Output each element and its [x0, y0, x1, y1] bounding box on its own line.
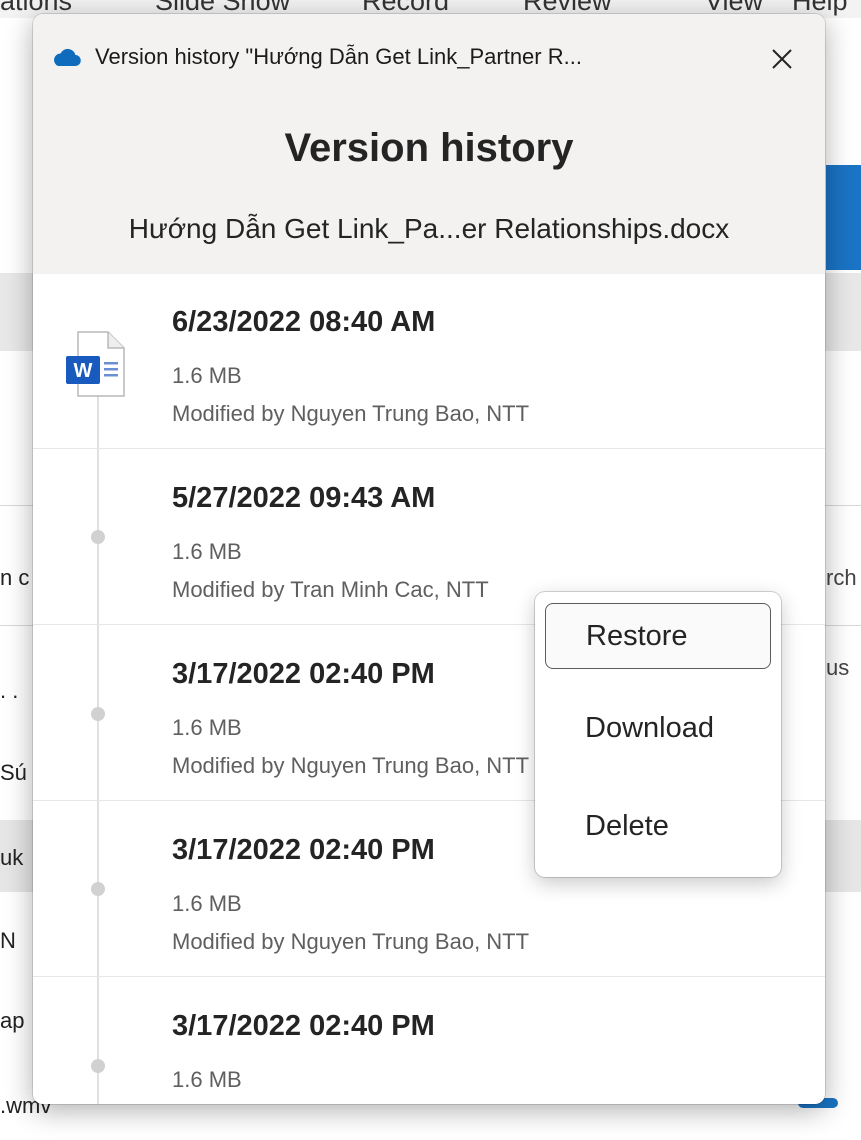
version-modified-by: Modified by Tran Minh Cac, NTT: [172, 577, 489, 602]
window-header: Version history "Hướng Dẫn Get Link_Part…: [33, 14, 825, 274]
background-text-fragment: uk: [0, 845, 24, 870]
word-document-icon: W: [66, 331, 125, 397]
timeline-dot: [91, 882, 105, 896]
background-text-fragment: Sú: [0, 760, 27, 785]
onedrive-cloud-icon: [54, 48, 81, 67]
background-text-fragment: n c: [0, 565, 30, 590]
version-size: 1.6 MB: [172, 1067, 242, 1092]
version-date: 3/17/2022 02:40 PM: [172, 1010, 435, 1042]
version-date: 3/17/2022 02:40 PM: [172, 658, 435, 690]
version-size: 1.6 MB: [172, 891, 242, 916]
version-size: 1.6 MB: [172, 539, 242, 564]
background-status-fragment: us: [826, 655, 850, 680]
background-text-fragment: N: [0, 928, 16, 953]
version-modified-by: Modified by Nguyen Trung Bao, NTT: [172, 401, 530, 426]
version-date: 5/27/2022 09:43 AM: [172, 482, 436, 514]
background-search-fragment: rch: [826, 565, 857, 590]
divider: [33, 448, 825, 449]
version-date: 3/17/2022 02:40 PM: [172, 834, 435, 866]
version-context-menu: Restore Download Delete: [535, 592, 781, 877]
background-blue-panel: [826, 165, 861, 270]
divider: [33, 976, 825, 977]
version-modified-by: Modified by Nguyen Trung Bao, NTT: [172, 753, 530, 778]
timeline-dot: [91, 707, 105, 721]
svg-text:W: W: [74, 360, 93, 382]
version-date: 6/23/2022 08:40 AM: [172, 306, 436, 338]
file-name: Hướng Dẫn Get Link_Pa...er Relationships…: [128, 213, 730, 244]
version-item[interactable]: 3/17/2022 02:40 PM 1.6 MB: [33, 978, 825, 1104]
restore-menu-item[interactable]: Restore: [545, 603, 771, 669]
timeline-dot: [91, 1059, 105, 1073]
window-title: Version history "Hướng Dẫn Get Link_Part…: [95, 44, 582, 69]
version-item[interactable]: W 6/23/2022 08:40 AM 1.6 MB Modified by …: [33, 274, 825, 449]
version-size: 1.6 MB: [172, 363, 242, 388]
version-modified-by: Modified by Nguyen Trung Bao, NTT: [172, 929, 530, 954]
background-text-fragment: . .: [0, 678, 19, 703]
page-title: Version history: [284, 126, 574, 170]
delete-menu-item[interactable]: Delete: [545, 793, 771, 859]
title-bar[interactable]: Version history "Hướng Dẫn Get Link_Part…: [33, 14, 825, 110]
background-text-fragment: ap: [0, 1008, 25, 1033]
version-history-window: Version history "Hướng Dẫn Get Link_Part…: [33, 14, 825, 1104]
version-size: 1.6 MB: [172, 715, 242, 740]
close-icon: [772, 49, 792, 69]
close-button[interactable]: [759, 36, 805, 82]
download-menu-item[interactable]: Download: [545, 695, 771, 761]
timeline-dot: [91, 530, 105, 544]
